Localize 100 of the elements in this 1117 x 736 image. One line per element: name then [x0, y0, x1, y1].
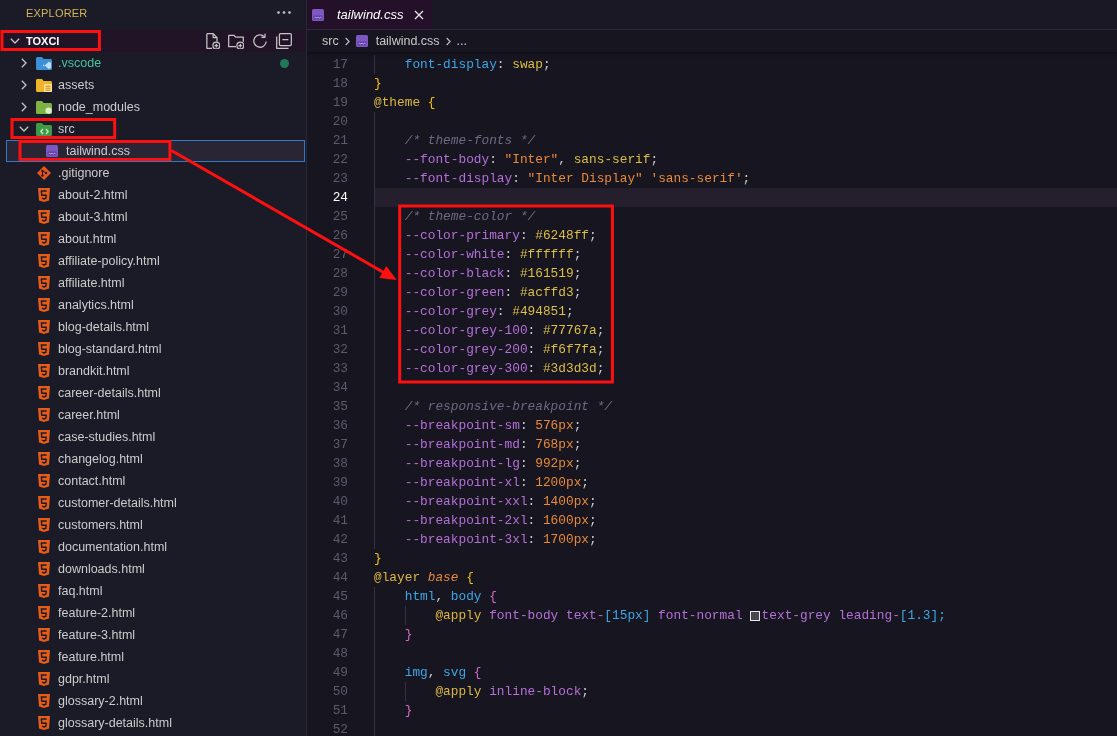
- folder-icon: [36, 100, 52, 114]
- more-icon[interactable]: [277, 11, 291, 14]
- line-number: 25: [332, 210, 348, 223]
- tree-item[interactable]: gdpr.html: [6, 668, 305, 690]
- html-file-icon: [38, 606, 50, 620]
- html-file-icon: [38, 298, 50, 312]
- line-number: 41: [332, 514, 348, 527]
- tree-item[interactable]: customer-details.html: [6, 492, 305, 514]
- tree-item[interactable]: affiliate-policy.html: [6, 250, 305, 272]
- tree-item[interactable]: brandkit.html: [6, 360, 305, 382]
- code-text: }: [374, 550, 382, 568]
- collapse-all-icon[interactable]: [276, 33, 292, 49]
- code-text: --font-display: "Inter Display" 'sans-serif';: [404, 170, 751, 188]
- code-text: --color-white: #ffffff;: [404, 246, 582, 264]
- line-number: 33: [332, 362, 348, 375]
- tree-item[interactable]: career-details.html: [6, 382, 305, 404]
- code-text: /* theme-color */: [404, 208, 536, 226]
- tree-item[interactable]: faq.html: [6, 580, 305, 602]
- line-number: 38: [332, 457, 348, 470]
- breadcrumb[interactable]: tailwind.css: [355, 34, 440, 48]
- html-file-icon: [38, 408, 50, 422]
- line-number: 40: [332, 495, 348, 508]
- tree-item[interactable]: changelog.html: [6, 448, 305, 470]
- code-text: --color-primary: #6248ff;: [404, 227, 597, 245]
- tree-item[interactable]: contact.html: [6, 470, 305, 492]
- html-file-icon: [38, 672, 50, 686]
- code-text: --breakpoint-sm: 576px;: [404, 417, 582, 435]
- line-number: 36: [332, 419, 348, 432]
- line-number: 19: [332, 96, 348, 109]
- html-file-icon: [38, 540, 50, 554]
- code-text: --font-body: "Inter", sans-serif;: [404, 151, 659, 169]
- line-number: 23: [332, 172, 348, 185]
- tree-item[interactable]: feature-3.html: [6, 624, 305, 646]
- css-file-icon: [355, 35, 368, 47]
- line-number: 51: [332, 704, 348, 717]
- tree-item[interactable]: career.html: [6, 404, 305, 426]
- tree-item[interactable]: feature.html: [6, 646, 305, 668]
- tree-item[interactable]: affiliate.html: [6, 272, 305, 294]
- html-file-icon: [38, 628, 50, 642]
- tree-item[interactable]: .vscode: [6, 52, 305, 74]
- line-number: 31: [332, 324, 348, 337]
- new-file-icon[interactable]: [204, 33, 220, 49]
- folder-icon: [36, 122, 52, 136]
- code-text: font-display: swap;: [404, 56, 551, 74]
- line-number: 48: [332, 647, 348, 660]
- tree-item[interactable]: about-2.html: [6, 184, 305, 206]
- tree-item[interactable]: analytics.html: [6, 294, 305, 316]
- breadcrumb[interactable]: src: [322, 34, 339, 48]
- line-number: 35: [332, 400, 348, 413]
- html-file-icon: [38, 276, 50, 290]
- tree-item[interactable]: customers.html: [6, 514, 305, 536]
- line-number: 24: [332, 191, 348, 204]
- line-number: 20: [332, 115, 348, 128]
- line-number: 21: [332, 134, 348, 147]
- line-number: 44: [332, 571, 348, 584]
- new-folder-icon[interactable]: [228, 33, 244, 49]
- close-icon[interactable]: [414, 9, 425, 20]
- line-number: 45: [332, 590, 348, 603]
- tree-item[interactable]: assets: [6, 74, 305, 96]
- html-file-icon: [38, 342, 50, 356]
- html-file-icon: [38, 716, 50, 730]
- tree-item[interactable]: blog-standard.html: [6, 338, 305, 360]
- line-number: 29: [332, 286, 348, 299]
- tree-item[interactable]: downloads.html: [6, 558, 305, 580]
- tree-item[interactable]: documentation.html: [6, 536, 305, 558]
- line-number: 17: [332, 58, 348, 71]
- refresh-icon[interactable]: [252, 33, 268, 49]
- tree-item[interactable]: node_modules: [6, 96, 305, 118]
- tree-item[interactable]: blog-details.html: [6, 316, 305, 338]
- code-text: img, svg {: [404, 664, 482, 682]
- code-text: --breakpoint-xxl: 1400px;: [404, 493, 597, 511]
- tree-item[interactable]: glossary-details.html: [6, 712, 305, 734]
- breadcrumb[interactable]: ...: [456, 34, 467, 48]
- code-text: @layer base {: [374, 569, 474, 587]
- tree-item[interactable]: .gitignore: [6, 162, 305, 184]
- chevron-right-icon: [445, 36, 451, 46]
- line-number: 43: [332, 552, 348, 565]
- code-text: }: [404, 626, 413, 644]
- tree-item[interactable]: glossary-2.html: [6, 690, 305, 712]
- git-icon: [37, 166, 51, 180]
- tree-item[interactable]: about-3.html: [6, 206, 305, 228]
- code-text: @apply inline-block;: [435, 683, 589, 701]
- tree-item[interactable]: feature-2.html: [6, 602, 305, 624]
- line-number: 52: [332, 723, 348, 736]
- tree-item[interactable]: src: [6, 118, 305, 140]
- code-text: --breakpoint-3xl: 1700px;: [404, 531, 597, 549]
- code-text: }: [404, 702, 413, 720]
- code-text: --color-grey-100: #77767a;: [404, 322, 605, 340]
- code-text: --breakpoint-lg: 992px;: [404, 455, 582, 473]
- tree-item[interactable]: case-studies.html: [6, 426, 305, 448]
- line-number: 42: [332, 533, 348, 546]
- tree-item[interactable]: about.html: [6, 228, 305, 250]
- code-text: --color-grey: #494851;: [404, 303, 574, 321]
- line-number: 50: [332, 685, 348, 698]
- editor-tab[interactable]: tailwind.css: [307, 0, 433, 29]
- html-file-icon: [38, 364, 50, 378]
- code-text: --color-grey-300: #3d3d3d;: [404, 360, 605, 378]
- css-file-icon: [46, 145, 58, 157]
- html-file-icon: [38, 518, 50, 532]
- line-number: 49: [332, 666, 348, 679]
